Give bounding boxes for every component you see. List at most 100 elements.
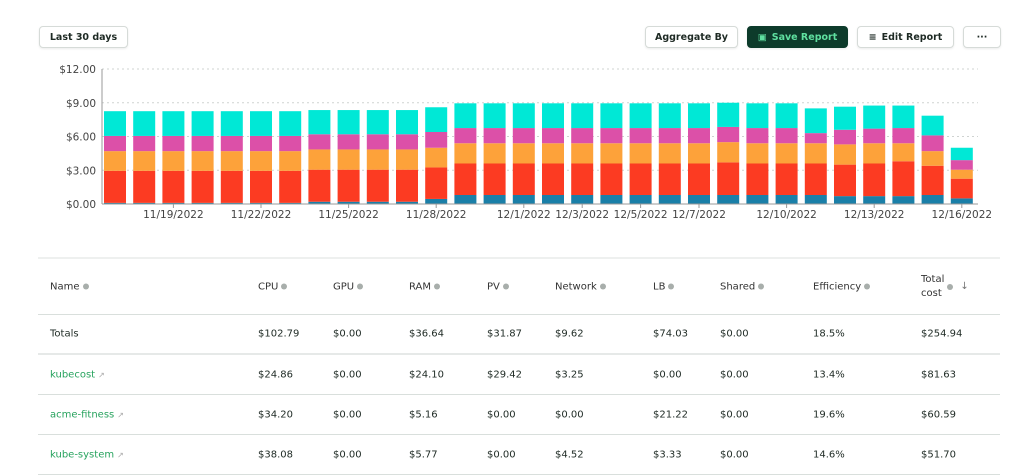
more-options-button[interactable]: ··· xyxy=(963,26,1001,48)
bar-segment-series-5[interactable] xyxy=(542,103,564,129)
bar-segment-series-4[interactable] xyxy=(629,128,652,144)
bar-segment-series-1[interactable] xyxy=(542,195,564,204)
bar-segment-series-5[interactable] xyxy=(454,103,477,129)
namespace-name[interactable]: kube-system xyxy=(50,449,114,460)
bar-segment-series-4[interactable] xyxy=(950,160,973,170)
bar-segment-series-5[interactable] xyxy=(921,115,944,136)
column-header-shared[interactable]: Shared xyxy=(720,281,765,292)
bar-segment-series-2[interactable] xyxy=(542,163,564,196)
info-icon[interactable] xyxy=(357,283,364,290)
bar-segment-series-2[interactable] xyxy=(454,163,477,196)
bar-segment-series-2[interactable] xyxy=(746,163,769,196)
bar-segment-series-5[interactable] xyxy=(892,105,915,129)
bar-segment-series-1[interactable] xyxy=(863,196,886,204)
bar-segment-series-4[interactable] xyxy=(279,135,302,152)
column-header-name[interactable]: Name xyxy=(50,281,89,292)
bar-segment-series-3[interactable] xyxy=(775,143,798,164)
bar-segment-series-2[interactable] xyxy=(337,169,360,202)
bar-segment-series-5[interactable] xyxy=(775,103,798,129)
info-icon[interactable] xyxy=(502,283,509,290)
external-link-icon[interactable]: ↗ xyxy=(117,450,124,459)
bar-segment-series-5[interactable] xyxy=(220,111,243,136)
bar-segment-series-5[interactable] xyxy=(834,106,856,130)
bar-segment-series-3[interactable] xyxy=(220,151,243,171)
info-icon[interactable] xyxy=(281,283,288,290)
bar-segment-series-2[interactable] xyxy=(425,167,448,199)
bar-segment-series-2[interactable] xyxy=(804,163,827,196)
bar-segment-series-3[interactable] xyxy=(834,144,856,165)
bar-segment-series-2[interactable] xyxy=(279,170,302,203)
namespace-link[interactable]: acme-fitness ↗ xyxy=(50,409,124,420)
bar-segment-series-3[interactable] xyxy=(688,143,710,164)
bar-segment-series-3[interactable] xyxy=(717,142,740,163)
bar-segment-series-3[interactable] xyxy=(571,143,594,164)
bar-segment-series-4[interactable] xyxy=(512,128,535,144)
bar-segment-series-5[interactable] xyxy=(337,110,360,135)
edit-report-button[interactable]: ≡ Edit Report xyxy=(857,26,954,48)
bar-segment-series-5[interactable] xyxy=(658,103,681,129)
namespace-name[interactable]: kubecost xyxy=(50,369,95,380)
bar-segment-series-1[interactable] xyxy=(658,195,681,204)
bar-segment-series-3[interactable] xyxy=(279,151,302,171)
bar-segment-series-5[interactable] xyxy=(396,110,418,135)
bar-segment-series-2[interactable] xyxy=(220,170,243,203)
bar-segment-series-2[interactable] xyxy=(512,163,535,196)
namespace-link[interactable]: kube-system ↗ xyxy=(50,449,124,460)
bar-segment-series-4[interactable] xyxy=(454,128,477,144)
bar-segment-series-2[interactable] xyxy=(396,169,418,202)
bar-segment-series-2[interactable] xyxy=(717,162,740,195)
bar-segment-series-3[interactable] xyxy=(366,149,389,170)
bar-segment-series-1[interactable] xyxy=(688,195,710,204)
table-row[interactable]: acme-fitness ↗ $34.20 $0.00 $5.16 $0.00 $0.00 $… xyxy=(38,395,1000,435)
info-icon[interactable] xyxy=(758,283,765,290)
aggregate-by-button[interactable]: Aggregate By xyxy=(645,26,738,48)
bar-segment-series-3[interactable] xyxy=(396,149,418,170)
bar-segment-series-3[interactable] xyxy=(629,143,652,164)
bar-segment-series-2[interactable] xyxy=(600,163,623,196)
bar-segment-series-4[interactable] xyxy=(133,135,156,152)
bar-segment-series-2[interactable] xyxy=(133,170,156,203)
bar-segment-series-4[interactable] xyxy=(834,129,856,145)
bar-segment-series-5[interactable] xyxy=(512,103,535,129)
bar-segment-series-4[interactable] xyxy=(162,135,185,152)
column-header-gpu[interactable]: GPU xyxy=(333,281,364,292)
bar-segment-series-4[interactable] xyxy=(775,128,798,144)
info-icon[interactable] xyxy=(434,283,441,290)
bar-segment-series-2[interactable] xyxy=(658,163,681,196)
column-header-efficiency[interactable]: Efficiency xyxy=(813,281,871,292)
bar-segment-series-3[interactable] xyxy=(250,151,272,171)
bar-segment-series-1[interactable] xyxy=(834,196,856,204)
bar-segment-series-2[interactable] xyxy=(775,163,798,196)
namespace-name[interactable]: acme-fitness xyxy=(50,409,114,420)
bar-segment-series-4[interactable] xyxy=(804,133,827,144)
bar-segment-series-4[interactable] xyxy=(191,135,214,152)
bar-segment-series-1[interactable] xyxy=(425,198,448,204)
info-icon[interactable] xyxy=(599,283,606,290)
bar-segment-series-4[interactable] xyxy=(396,134,418,150)
table-row[interactable]: kube-system ↗ $38.08 $0.00 $5.77 $0.00 $4.52 $3… xyxy=(38,435,1000,475)
bar-segment-series-4[interactable] xyxy=(366,134,389,150)
bar-segment-series-1[interactable] xyxy=(483,195,506,204)
bar-segment-series-4[interactable] xyxy=(658,128,681,144)
bar-segment-series-4[interactable] xyxy=(688,128,710,144)
bar-segment-series-3[interactable] xyxy=(162,151,185,171)
bar-segment-series-5[interactable] xyxy=(425,107,448,132)
bar-segment-series-4[interactable] xyxy=(250,135,272,152)
date-range-button[interactable]: Last 30 days xyxy=(39,26,128,48)
bar-segment-series-1[interactable] xyxy=(600,195,623,204)
bar-segment-series-2[interactable] xyxy=(162,170,185,203)
sort-desc-icon[interactable]: ↓ xyxy=(960,281,968,292)
column-header-ram[interactable]: RAM xyxy=(409,281,441,292)
bar-segment-series-2[interactable] xyxy=(571,163,594,196)
bar-segment-series-5[interactable] xyxy=(483,103,506,129)
bar-segment-series-1[interactable] xyxy=(512,195,535,204)
bar-segment-series-2[interactable] xyxy=(892,161,915,197)
bar-segment-series-3[interactable] xyxy=(746,143,769,164)
bar-segment-series-3[interactable] xyxy=(337,149,360,170)
bar-segment-series-1[interactable] xyxy=(950,198,973,204)
namespace-link[interactable]: kubecost ↗ xyxy=(50,369,105,380)
bar-segment-series-5[interactable] xyxy=(863,105,886,129)
bar-segment-series-1[interactable] xyxy=(892,196,915,204)
bar-segment-series-2[interactable] xyxy=(688,163,710,196)
save-report-button[interactable]: ▣ Save Report xyxy=(747,26,848,48)
